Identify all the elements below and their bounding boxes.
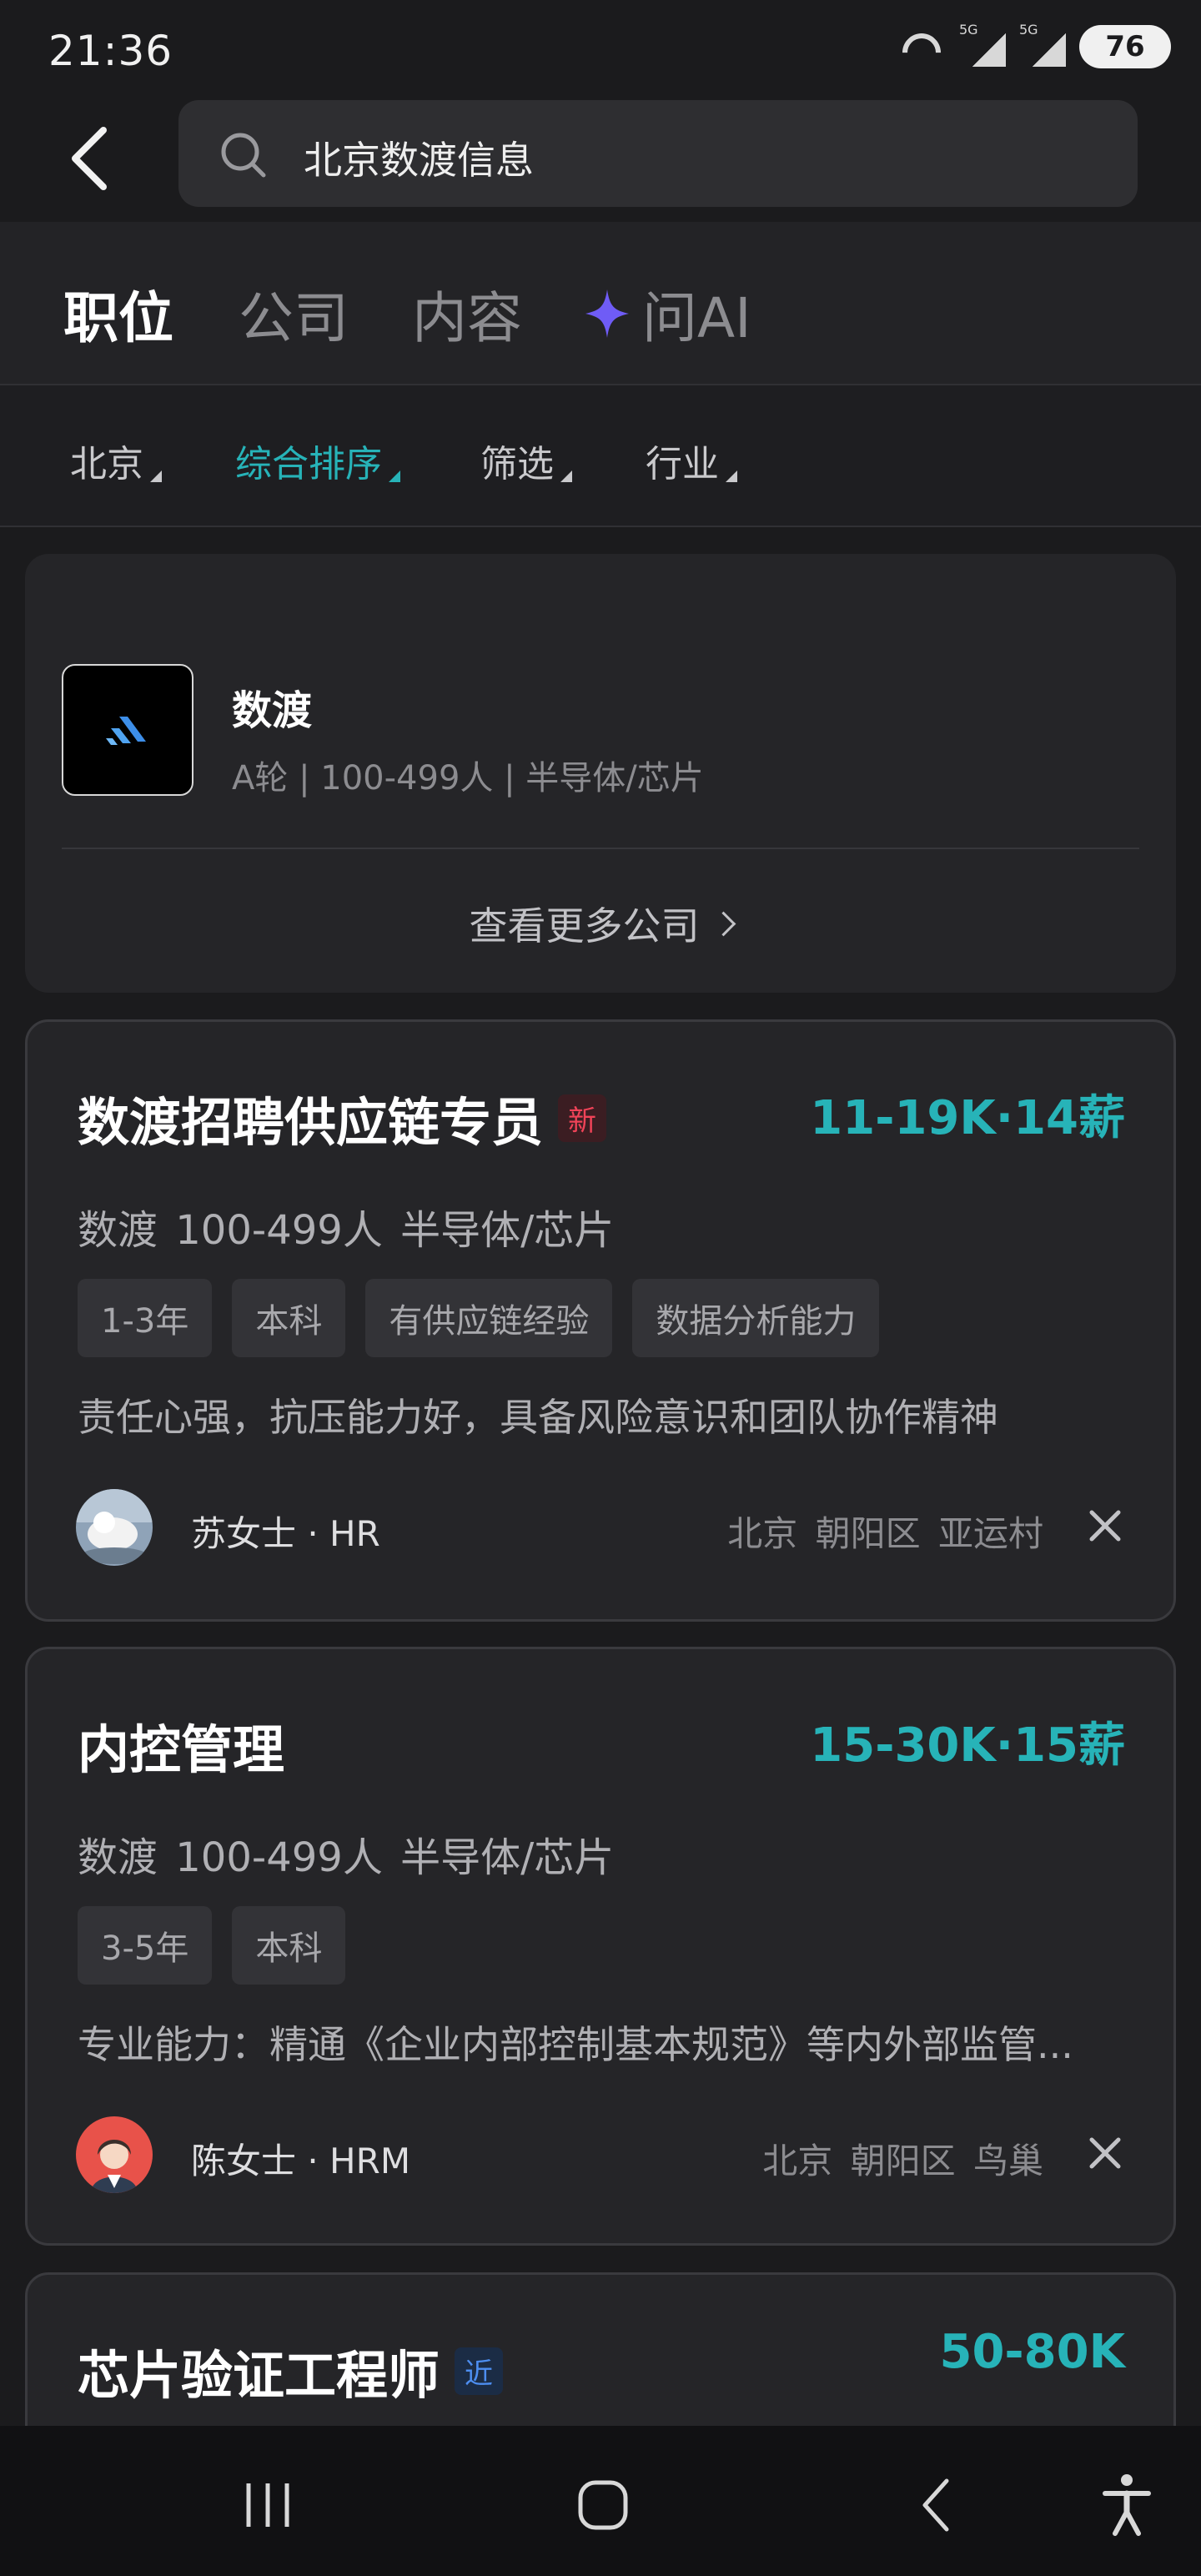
job-tag: 有供应链经验 xyxy=(365,1279,613,1357)
back-nav-button[interactable] xyxy=(901,2468,976,2543)
company-card[interactable]: 数渡 A轮 | 100-499人 | 半导体/芯片 查看更多公司 xyxy=(25,554,1176,993)
hr-name: 陈女士 · HRM xyxy=(191,2141,411,2181)
view-more-companies-label: 查看更多公司 xyxy=(469,903,700,948)
job-card[interactable]: 数渡招聘供应链专员 新 11-19K·14薪 数渡 100-499人 半导体/芯… xyxy=(25,1019,1176,1622)
job-tags: 1-3年 本科 有供应链经验 数据分析能力 xyxy=(78,1279,880,1357)
tab-ask-ai-label: 问AI xyxy=(642,286,751,350)
company-meta: A轮 | 100-499人 | 半导体/芯片 xyxy=(232,759,704,797)
filter-city[interactable]: 北京 xyxy=(70,434,162,487)
company-name: 数渡 xyxy=(232,687,313,734)
tab-positions[interactable]: 职位 xyxy=(63,274,173,354)
job-location: 北京 朝阳区 鸟巢 xyxy=(762,2141,1043,2181)
job-title-text: 内控管理 xyxy=(78,1719,285,1780)
filter-city-label: 北京 xyxy=(70,443,143,486)
hr-avatar xyxy=(76,2116,153,2193)
job-description: 责任心强，抗压能力好，具备风险意识和团队协作精神 xyxy=(78,1395,998,1440)
hr-name: 苏女士 · HR xyxy=(191,1513,380,1554)
job-salary: 15-30K·15薪 xyxy=(810,1718,1125,1773)
status-time: 21:36 xyxy=(48,27,173,75)
filter-screen[interactable]: 筛选 xyxy=(480,434,572,487)
close-icon[interactable] xyxy=(1083,1504,1127,1547)
cellular-signal-icon: 5G xyxy=(959,22,1006,68)
job-tag: 本科 xyxy=(232,1906,346,1985)
page: 21:36 5G 5G 76 北京数渡信息 职位 公司 内容 问AI 北京 综合… xyxy=(0,0,1201,2576)
job-tag: 数据分析能力 xyxy=(632,1279,880,1357)
status-icons: 5G 5G 76 xyxy=(901,22,1171,68)
battery-icon: 76 xyxy=(1079,25,1171,68)
dropdown-triangle-icon xyxy=(560,470,572,482)
job-salary: 50-80K xyxy=(939,2325,1126,2379)
job-salary: 11-19K·14薪 xyxy=(810,1091,1125,1145)
chevron-right-icon xyxy=(711,911,736,937)
job-tag: 1-3年 xyxy=(78,1279,213,1357)
home-button[interactable] xyxy=(565,2468,641,2543)
job-title: 数渡招聘供应链专员 新 xyxy=(78,1080,607,1155)
system-navigation-bar xyxy=(0,2426,1201,2576)
filter-screen-label: 筛选 xyxy=(480,443,554,486)
job-description: 专业能力：精通《企业内部控制基本规范》等内外部监管... xyxy=(78,2022,1073,2067)
filter-industry-label: 行业 xyxy=(646,443,719,486)
close-icon[interactable] xyxy=(1083,2131,1127,2175)
job-company-info: 数渡 100-499人 半导体/芯片 xyxy=(78,1834,615,1881)
search-icon xyxy=(221,133,266,178)
job-company-info: 数渡 100-499人 半导体/芯片 xyxy=(78,1207,615,1254)
back-arrow-icon xyxy=(72,127,107,190)
job-tags: 3-5年 本科 xyxy=(78,1906,346,1985)
company-logo-mark xyxy=(106,717,146,745)
job-location: 北京 朝阳区 亚运村 xyxy=(727,1513,1043,1554)
job-title-text: 数渡招聘供应链专员 xyxy=(78,1092,544,1153)
nearby-badge: 近 xyxy=(455,2347,504,2395)
recent-apps-button[interactable] xyxy=(230,2468,305,2543)
filter-industry[interactable]: 行业 xyxy=(646,434,737,487)
dropdown-triangle-icon xyxy=(150,470,162,482)
filter-bar: 北京 综合排序 筛选 行业 xyxy=(0,385,1201,527)
result-tabs: 职位 公司 内容 问AI xyxy=(0,222,1201,385)
accessibility-button[interactable] xyxy=(1089,2468,1164,2543)
filter-sort-label: 综合排序 xyxy=(235,443,382,486)
cellular-signal-icon: 5G xyxy=(1019,22,1066,68)
status-bar: 21:36 5G 5G 76 xyxy=(0,0,1201,100)
hr-avatar-image xyxy=(76,1489,153,1566)
tab-ask-ai[interactable]: 问AI xyxy=(584,274,751,354)
tab-content[interactable]: 内容 xyxy=(412,274,522,354)
hr-avatar xyxy=(76,1489,153,1566)
ai-sparkle-icon xyxy=(585,289,629,338)
back-nav-icon xyxy=(922,2478,949,2532)
job-card[interactable]: 内控管理 15-30K·15薪 数渡 100-499人 半导体/芯片 3-5年 … xyxy=(25,1647,1176,2246)
filter-sort[interactable]: 综合排序 xyxy=(235,434,400,487)
dropdown-triangle-icon xyxy=(389,470,400,482)
search-header: 北京数渡信息 xyxy=(0,100,1201,222)
back-button[interactable] xyxy=(50,118,130,199)
job-tag: 本科 xyxy=(232,1279,346,1357)
recent-apps-icon xyxy=(246,2483,289,2527)
accessibility-icon xyxy=(1103,2474,1151,2536)
search-input[interactable]: 北京数渡信息 xyxy=(178,100,1138,207)
job-title-text: 芯片验证工程师 xyxy=(78,2345,440,2406)
new-badge: 新 xyxy=(558,1094,607,1142)
tab-companies[interactable]: 公司 xyxy=(239,274,349,354)
divider xyxy=(62,848,1139,849)
hr-avatar-image xyxy=(76,2116,153,2193)
wifi-icon xyxy=(901,28,946,65)
view-more-companies-link[interactable]: 查看更多公司 xyxy=(25,896,1176,951)
job-tag: 3-5年 xyxy=(78,1906,213,1985)
home-icon xyxy=(578,2480,628,2530)
company-logo xyxy=(62,664,193,796)
job-title: 内控管理 xyxy=(78,1708,284,1783)
dropdown-triangle-icon xyxy=(726,470,737,482)
search-query: 北京数渡信息 xyxy=(304,138,534,183)
job-title: 芯片验证工程师 近 xyxy=(78,2333,504,2408)
